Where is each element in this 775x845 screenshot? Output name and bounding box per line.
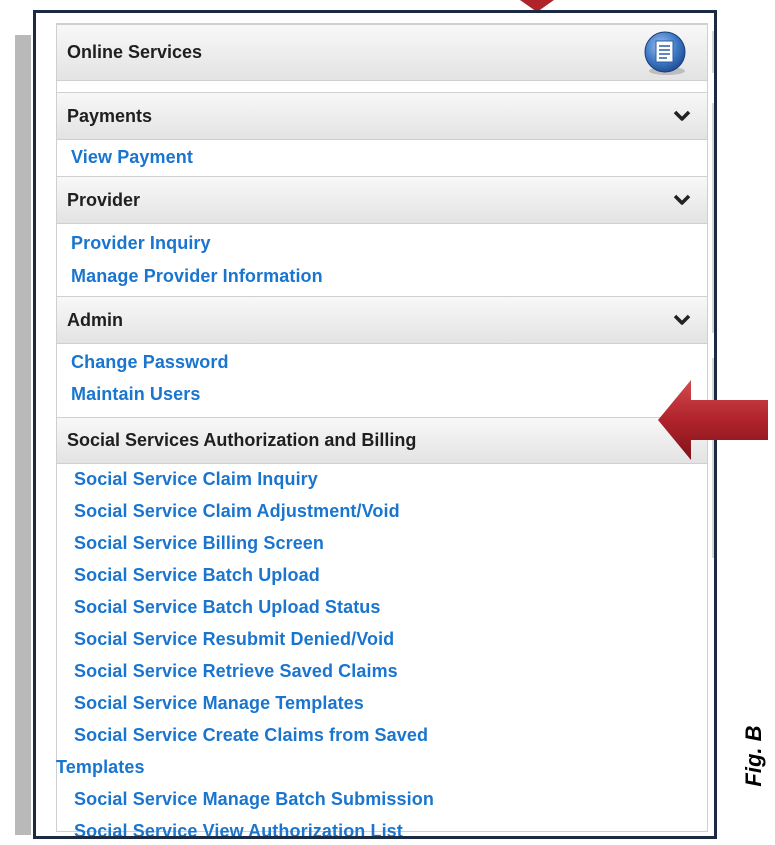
- link-create-claims-from-saved[interactable]: Social Service Create Claims from Saved: [74, 725, 428, 746]
- link-maintain-users[interactable]: Maintain Users: [71, 384, 200, 405]
- link-retrieve-saved-claims[interactable]: Social Service Retrieve Saved Claims: [74, 661, 398, 682]
- link-manage-batch-submission[interactable]: Social Service Manage Batch Submission: [74, 789, 434, 810]
- online-services-header: Online Services: [57, 24, 707, 81]
- link-batch-upload-status[interactable]: Social Service Batch Upload Status: [74, 597, 381, 618]
- section-title-admin: Admin: [67, 309, 123, 330]
- background-edge: [712, 31, 714, 73]
- link-view-payment[interactable]: View Payment: [71, 147, 193, 168]
- link-resubmit-denied-void[interactable]: Social Service Resubmit Denied/Void: [74, 629, 394, 650]
- link-provider-inquiry[interactable]: Provider Inquiry: [71, 233, 211, 254]
- section-header-provider[interactable]: Provider: [57, 176, 707, 224]
- section-header-social-services[interactable]: Social Services Authorization and Billin…: [57, 417, 707, 464]
- chevron-down-icon: [673, 110, 691, 121]
- section-title-provider: Provider: [67, 189, 141, 210]
- link-create-claims-from-saved-templates[interactable]: Templates: [56, 757, 145, 778]
- section-header-admin[interactable]: Admin: [57, 296, 707, 344]
- online-services-title: Online Services: [67, 42, 203, 62]
- background-edge: [712, 103, 714, 333]
- chevron-down-icon: [673, 314, 691, 325]
- link-view-authorization-list[interactable]: Social Service View Authorization List: [74, 821, 403, 836]
- link-claim-inquiry[interactable]: Social Service Claim Inquiry: [74, 469, 318, 490]
- online-services-menu: Online Services Payments View Payment Pr…: [56, 23, 708, 836]
- link-manage-provider-information[interactable]: Manage Provider Information: [71, 266, 323, 287]
- link-change-password[interactable]: Change Password: [71, 352, 229, 373]
- arrow-left-icon: [658, 380, 768, 460]
- figure-label: Fig. B: [741, 725, 766, 787]
- link-claim-adjustment-void[interactable]: Social Service Claim Adjustment/Void: [74, 501, 400, 522]
- section-title-social-services: Social Services Authorization and Billin…: [67, 430, 417, 450]
- link-batch-upload[interactable]: Social Service Batch Upload: [74, 565, 320, 586]
- screenshot-frame: Online Services Payments View Payment Pr…: [33, 10, 717, 839]
- section-title-payments: Payments: [67, 105, 153, 126]
- shadow-strip: [15, 35, 31, 835]
- chevron-down-icon: [673, 194, 691, 205]
- section-header-payments[interactable]: Payments: [57, 92, 707, 140]
- link-billing-screen[interactable]: Social Service Billing Screen: [74, 533, 324, 554]
- document-icon[interactable]: [641, 30, 691, 76]
- link-manage-templates[interactable]: Social Service Manage Templates: [74, 693, 364, 714]
